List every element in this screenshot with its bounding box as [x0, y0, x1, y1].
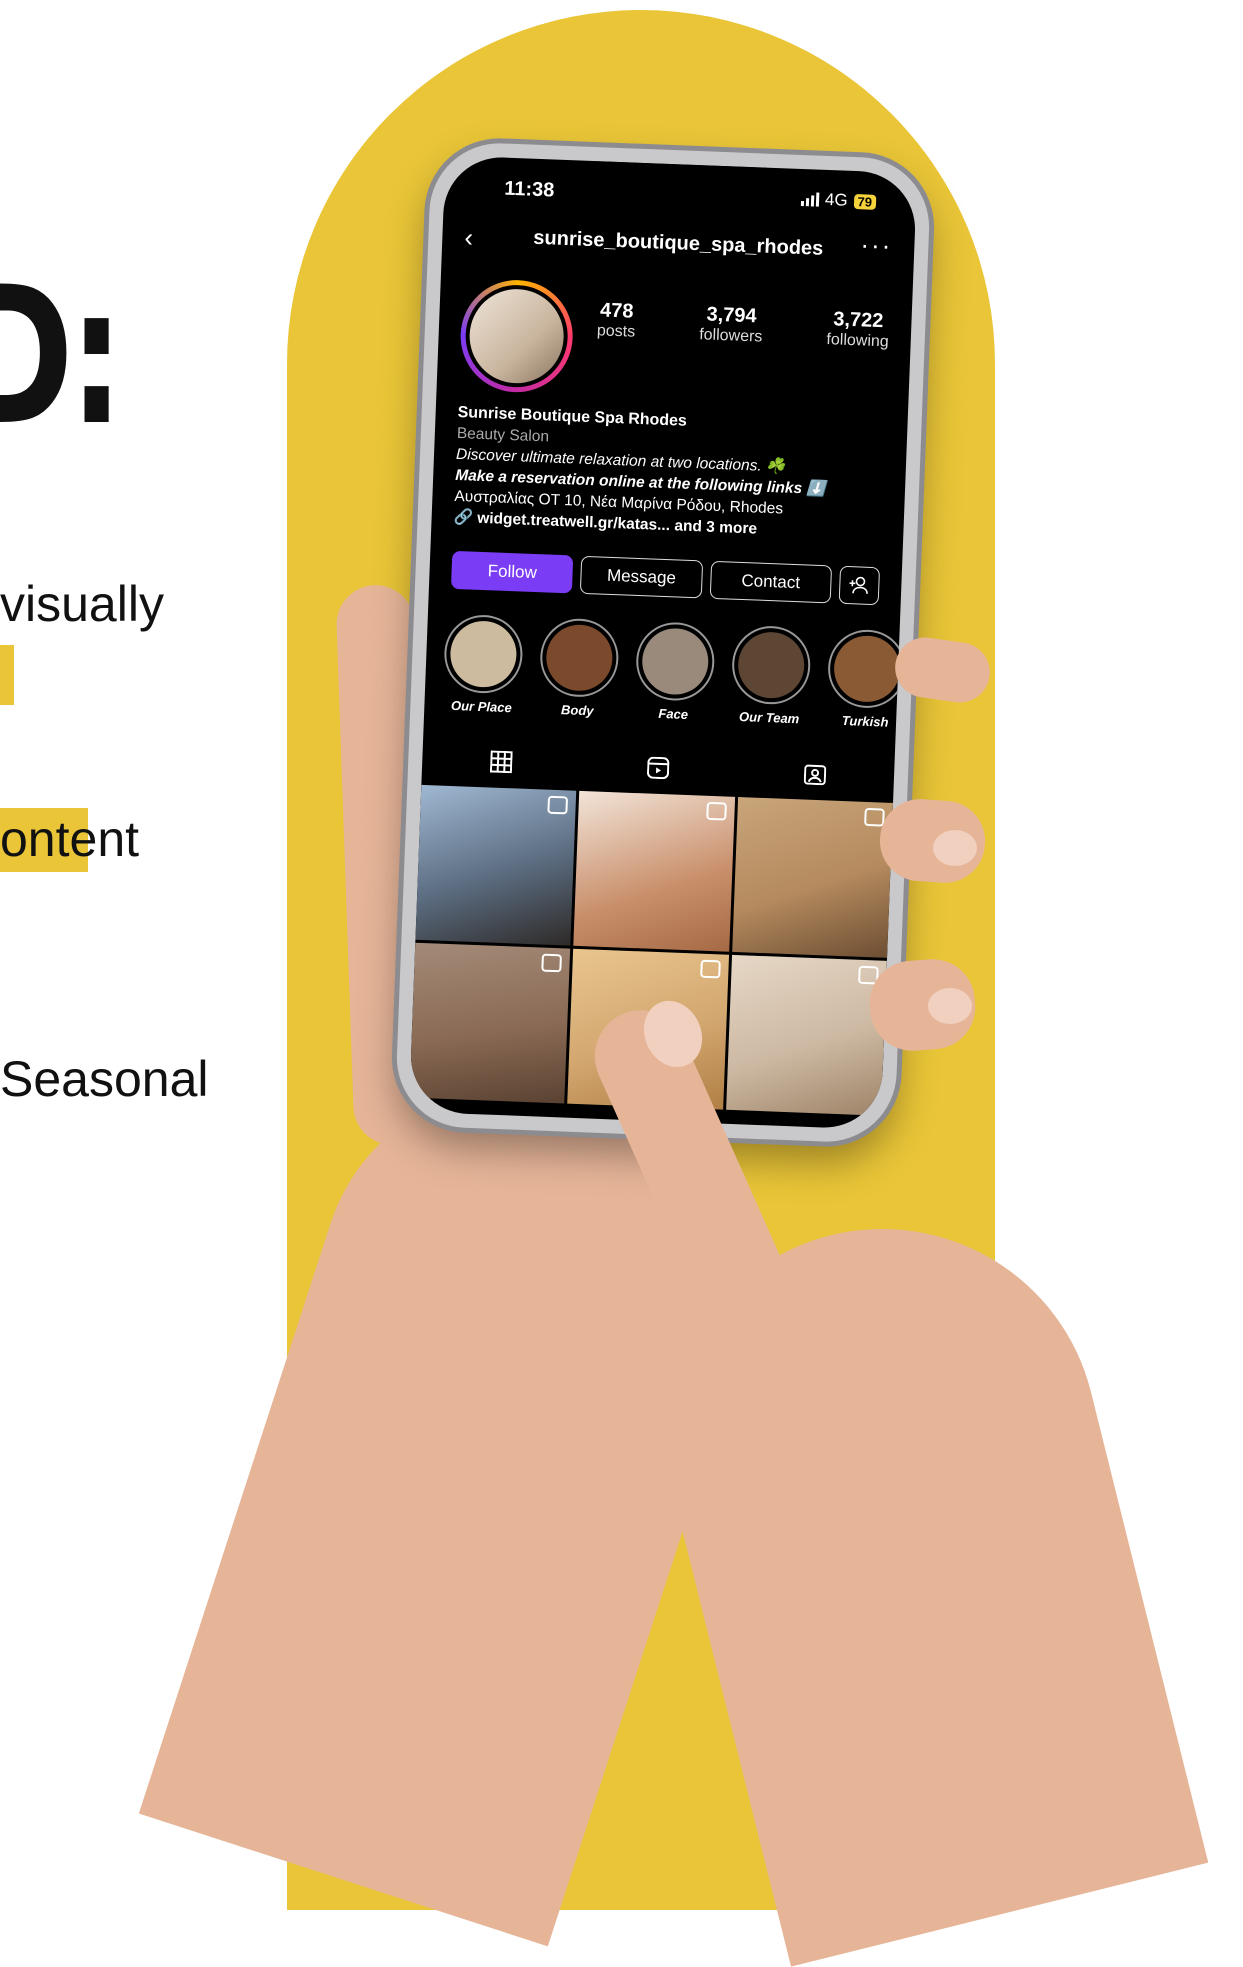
- highlight-image: [641, 627, 710, 696]
- headline-text: D:: [0, 246, 124, 467]
- profile-stats: 478 posts 3,794 followers 3,722 followin…: [597, 299, 890, 351]
- story-highlights: Our Place Body Face Our Team Turkish: [442, 613, 908, 730]
- tab-tagged[interactable]: [736, 749, 895, 799]
- highlight-our-team[interactable]: Our Team: [730, 624, 812, 727]
- highlight-label: Face: [658, 705, 689, 723]
- stat-following[interactable]: 3,722 following: [826, 308, 890, 351]
- post-thumbnail[interactable]: [725, 954, 887, 1116]
- highlight-label: Our Team: [738, 708, 800, 727]
- avatar[interactable]: [458, 278, 575, 395]
- highlight-image: [449, 619, 518, 689]
- phone-screen: 11:38 4G 79 ‹ sunrise_boutique_spa_rhode…: [408, 155, 918, 1130]
- battery-icon: 79: [853, 193, 877, 210]
- reel-icon: [705, 801, 727, 821]
- highlight-image: [736, 630, 806, 700]
- bio-link-text: widget.treatwell.gr/katas...: [476, 509, 671, 535]
- highlight-bar: [0, 645, 14, 705]
- signal-icon: [800, 192, 820, 207]
- status-time: 11:38: [503, 177, 555, 202]
- highlight-image: [545, 623, 614, 693]
- stat-posts-label: posts: [596, 322, 636, 341]
- follow-button[interactable]: Follow: [450, 550, 574, 594]
- profile-bio: Sunrise Boutique Spa Rhodes Beauty Salon…: [453, 402, 886, 544]
- copy-line-content: ontent: [0, 808, 139, 872]
- post-thumbnail[interactable]: [409, 942, 571, 1104]
- stat-followers-value: 3,794: [706, 303, 758, 328]
- stat-following-value: 3,722: [832, 308, 884, 333]
- reel-icon: [699, 959, 721, 979]
- highlight-image: [832, 634, 902, 704]
- post-thumbnail[interactable]: [573, 790, 735, 952]
- message-button[interactable]: Message: [580, 555, 703, 599]
- reel-icon: [541, 953, 563, 973]
- copy-line-seasonal: Seasonal: [0, 1051, 209, 1107]
- reel-icon: [864, 807, 885, 827]
- highlight-label: Turkish: [841, 712, 889, 730]
- network-label: 4G: [824, 189, 849, 210]
- tab-posts[interactable]: [422, 737, 581, 787]
- copy-line-visually: visually: [0, 576, 164, 632]
- fingernail: [933, 830, 977, 866]
- reel-icon: [547, 795, 569, 815]
- stat-followers-label: followers: [698, 326, 763, 346]
- contact-button[interactable]: Contact: [709, 560, 833, 604]
- fingernail: [928, 988, 972, 1024]
- stat-posts-value: 478: [599, 299, 634, 323]
- post-thumbnail[interactable]: [731, 796, 893, 958]
- highlight-face[interactable]: Face: [634, 621, 716, 723]
- stat-following-label: following: [826, 331, 890, 351]
- profile-navbar: ‹ sunrise_boutique_spa_rhodes ···: [464, 220, 893, 268]
- smartphone: 11:38 4G 79 ‹ sunrise_boutique_spa_rhode…: [394, 140, 932, 1145]
- highlight-label: Body: [560, 702, 594, 719]
- post-thumbnail[interactable]: [415, 784, 577, 946]
- more-horizontal-icon[interactable]: ···: [860, 229, 893, 261]
- tab-reels[interactable]: [579, 743, 738, 793]
- link-icon: 🔗: [453, 508, 474, 527]
- bio-link-more: and 3 more: [674, 517, 758, 538]
- tagged-icon: [804, 764, 827, 786]
- highlight-body[interactable]: Body: [538, 617, 620, 719]
- grid-icon: [489, 750, 513, 774]
- add-user-icon[interactable]: [838, 565, 881, 606]
- highlight-label: Our Place: [450, 697, 513, 716]
- profile-username: sunrise_boutique_spa_rhodes: [532, 226, 824, 260]
- reels-icon: [646, 756, 670, 780]
- stat-followers[interactable]: 3,794 followers: [699, 303, 764, 346]
- stat-posts[interactable]: 478 posts: [597, 299, 637, 341]
- highlight-turkish[interactable]: Turkish: [826, 628, 908, 730]
- profile-actions: Follow Message Contact: [450, 550, 881, 606]
- highlight-our-place[interactable]: Our Place: [442, 613, 524, 716]
